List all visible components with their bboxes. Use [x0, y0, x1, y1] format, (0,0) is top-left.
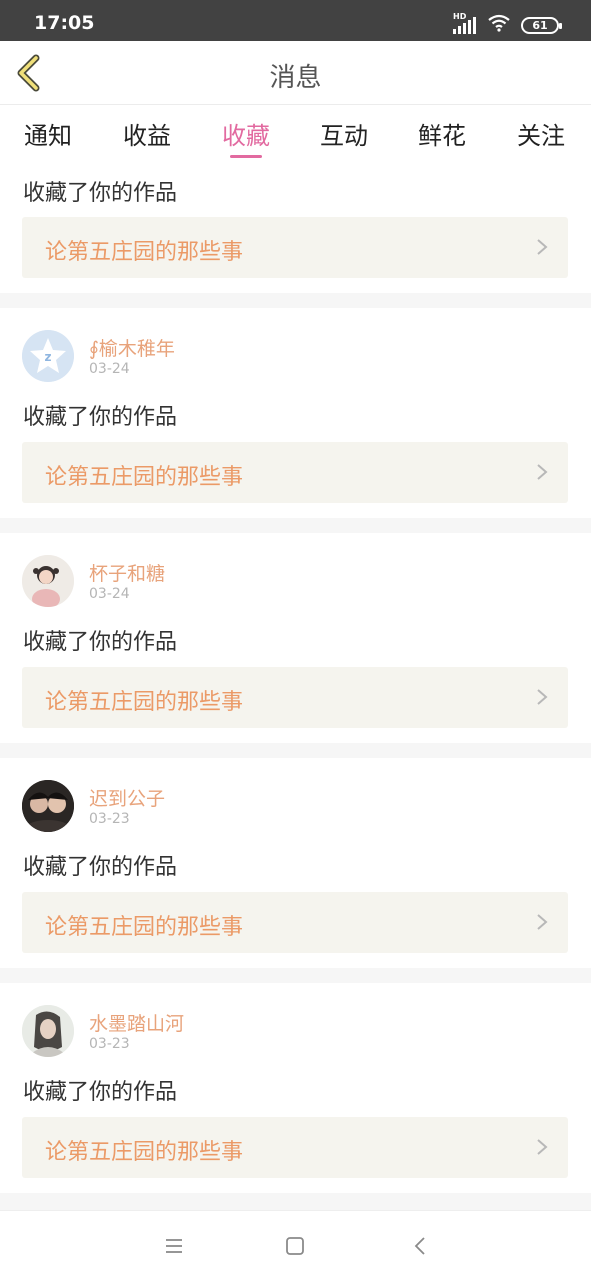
- date: 03-24: [89, 361, 130, 377]
- work-link[interactable]: 论第五庄园的那些事: [22, 667, 568, 728]
- home-button[interactable]: [282, 1233, 308, 1259]
- action-text: 收藏了你的作品: [23, 181, 178, 206]
- status-time: 17:05: [34, 12, 95, 34]
- action-text: 收藏了你的作品: [23, 1080, 178, 1105]
- page-title: 消息: [269, 63, 322, 93]
- user-avatar-image: [22, 780, 74, 832]
- chevron-right-icon: [537, 689, 548, 705]
- username[interactable]: ∮榆木稚年: [89, 334, 175, 361]
- work-title: 论第五庄园的那些事: [45, 915, 244, 940]
- work-title: 论第五庄园的那些事: [45, 465, 244, 490]
- work-link[interactable]: 论第五庄园的那些事: [22, 217, 568, 278]
- avatar[interactable]: [22, 780, 74, 832]
- username[interactable]: 水墨踏山河: [89, 1009, 184, 1036]
- home-icon: [286, 1237, 304, 1255]
- work-title: 论第五庄园的那些事: [45, 1140, 244, 1165]
- back-icon: [414, 1237, 425, 1255]
- action-text: 收藏了你的作品: [23, 855, 178, 880]
- work-link[interactable]: 论第五庄园的那些事: [22, 892, 568, 953]
- qzone-star-icon: z: [22, 330, 74, 382]
- wifi-icon: [487, 14, 511, 36]
- action-text: 收藏了你的作品: [23, 405, 178, 430]
- system-nav-bar: [0, 1210, 591, 1280]
- avatar[interactable]: [22, 555, 74, 607]
- chevron-right-icon: [537, 1139, 548, 1155]
- status-icons: HD 61: [453, 12, 562, 36]
- system-back-button[interactable]: [407, 1233, 433, 1259]
- username[interactable]: 杯子和糖: [89, 559, 165, 586]
- username[interactable]: 迟到公子: [89, 784, 165, 811]
- user-avatar-image: [22, 555, 74, 607]
- work-title: 论第五庄园的那些事: [45, 690, 244, 715]
- list-item: 杯子和糖 03-24 收藏了你的作品 论第五庄园的那些事: [0, 533, 591, 743]
- header: 消息: [0, 41, 591, 105]
- chevron-right-icon: [537, 464, 548, 480]
- active-tab-indicator: [230, 155, 262, 158]
- list-item: z ∮榆木稚年 03-24 收藏了你的作品 论第五庄园的那些事: [0, 308, 591, 518]
- tab-following[interactable]: 关注: [517, 116, 565, 151]
- user-avatar-image: [22, 1005, 74, 1057]
- tab-bar: 通知 收益 收藏 互动 鲜花 关注: [0, 106, 591, 160]
- menu-icon: [166, 1239, 182, 1253]
- list-item: 迟到公子 03-23 收藏了你的作品 论第五庄园的那些事: [0, 758, 591, 968]
- tab-income[interactable]: 收益: [123, 116, 171, 151]
- battery-icon: 61: [521, 16, 562, 34]
- svg-text:z: z: [45, 350, 52, 364]
- date: 03-23: [89, 811, 130, 827]
- tab-interaction[interactable]: 互动: [320, 116, 368, 151]
- tab-notice[interactable]: 通知: [24, 116, 72, 151]
- work-link[interactable]: 论第五庄园的那些事: [22, 1117, 568, 1178]
- list-item: 收藏了你的作品 论第五庄园的那些事: [0, 160, 591, 293]
- notification-list[interactable]: 收藏了你的作品 论第五庄园的那些事 z ∮榆木稚年 03-24 收藏了你的作品 …: [0, 160, 591, 1210]
- avatar[interactable]: [22, 1005, 74, 1057]
- menu-button[interactable]: [161, 1233, 187, 1259]
- chevron-right-icon: [537, 239, 548, 255]
- status-bar: 17:05 HD 61: [0, 0, 591, 41]
- list-item: 水墨踏山河 03-23 收藏了你的作品 论第五庄园的那些事: [0, 983, 591, 1193]
- date: 03-24: [89, 586, 130, 602]
- chevron-right-icon: [537, 914, 548, 930]
- action-text: 收藏了你的作品: [23, 630, 178, 655]
- signal-icon: HD: [453, 12, 477, 34]
- date: 03-23: [89, 1036, 130, 1052]
- work-title: 论第五庄园的那些事: [45, 240, 244, 265]
- work-link[interactable]: 论第五庄园的那些事: [22, 442, 568, 503]
- avatar[interactable]: z: [22, 330, 74, 382]
- tab-favorites[interactable]: 收藏: [222, 116, 270, 151]
- tab-flowers[interactable]: 鲜花: [418, 116, 466, 151]
